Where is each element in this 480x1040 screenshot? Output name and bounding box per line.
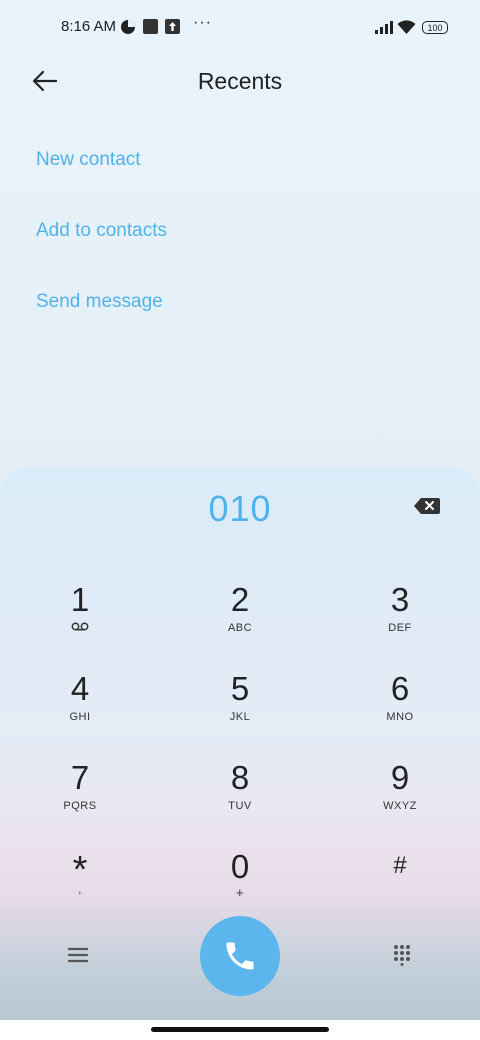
key-3[interactable]: 3 DEF <box>340 582 460 662</box>
key-letters: GHI <box>69 711 91 723</box>
key-letters: MNO <box>386 711 414 723</box>
call-button[interactable] <box>200 916 280 996</box>
key-letters: ABC <box>227 622 253 634</box>
key-4[interactable]: 4 GHI <box>20 671 140 751</box>
more-notifications-icon: ··· <box>193 14 212 31</box>
key-digit: 6 <box>390 670 410 707</box>
key-letters: WXYZ <box>383 800 417 812</box>
battery-indicator: 100 <box>422 21 448 34</box>
dialed-number: 010 <box>208 488 272 529</box>
key-digit: 1 <box>70 581 90 618</box>
key-digit: 8 <box>230 759 250 796</box>
new-contact-link[interactable]: New contact <box>36 149 141 171</box>
key-letters: , <box>78 884 82 896</box>
send-message-link[interactable]: Send message <box>36 291 163 313</box>
key-digit: # <box>393 852 407 879</box>
backspace-icon <box>414 498 440 514</box>
keypad-icon <box>394 945 410 966</box>
keypad-toggle-button[interactable] <box>393 944 411 971</box>
square-notification-icon <box>143 19 158 39</box>
key-letters: PQRS <box>63 800 97 812</box>
backspace-button[interactable] <box>414 497 440 515</box>
add-to-contacts-link[interactable]: Add to contacts <box>36 220 167 242</box>
key-hash[interactable]: # <box>340 849 460 929</box>
upload-notification-icon <box>165 19 180 39</box>
key-letters: + <box>235 885 245 900</box>
status-bar: 8:16 AM ··· 100 <box>0 0 480 56</box>
key-digit: 4 <box>70 670 90 707</box>
voicemail-icon <box>20 622 140 634</box>
key-digit: 5 <box>230 670 250 707</box>
status-time: 8:16 AM <box>61 18 117 35</box>
wifi-icon <box>397 19 416 40</box>
key-9[interactable]: 9 WXYZ <box>340 760 460 840</box>
key-2[interactable]: 2 ABC <box>180 582 300 662</box>
key-letters: DEF <box>388 622 412 634</box>
key-star[interactable]: * , <box>20 849 140 929</box>
key-digit: 3 <box>390 581 410 618</box>
key-7[interactable]: 7 PQRS <box>20 760 140 840</box>
key-digit: 9 <box>390 759 410 796</box>
app-notification-icon <box>120 19 136 40</box>
key-8[interactable]: 8 TUV <box>180 760 300 840</box>
signal-icon <box>375 21 393 39</box>
menu-icon <box>67 947 89 963</box>
key-1[interactable]: 1 <box>20 582 140 662</box>
menu-button[interactable] <box>67 946 89 969</box>
key-6[interactable]: 6 MNO <box>340 671 460 751</box>
key-digit: 7 <box>70 759 90 796</box>
key-letters: JKL <box>229 711 251 723</box>
key-letters: TUV <box>228 800 252 812</box>
phone-icon <box>226 942 254 970</box>
key-digit: 0 <box>230 848 250 885</box>
page-title: Recents <box>197 68 283 94</box>
home-gesture-handle[interactable] <box>151 1027 329 1032</box>
key-5[interactable]: 5 JKL <box>180 671 300 751</box>
key-digit: 2 <box>230 581 250 618</box>
